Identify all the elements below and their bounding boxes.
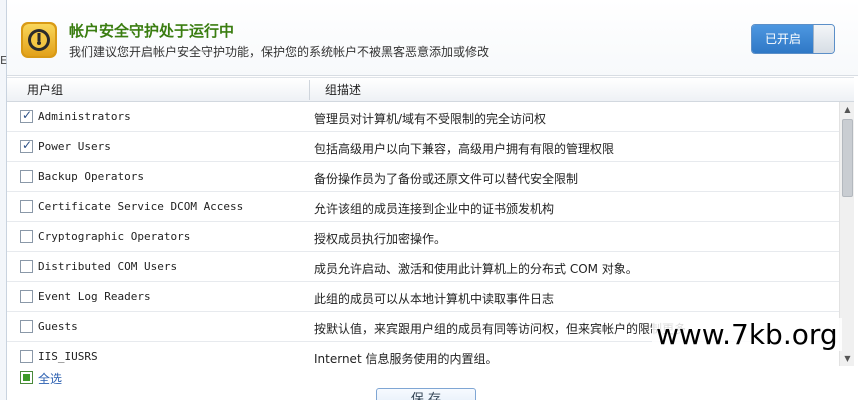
row-checkbox[interactable] xyxy=(20,290,33,303)
table-row[interactable]: Administrators 管理员对计算机/域有不受限制的完全访问权 xyxy=(7,102,839,132)
toggle-knob xyxy=(813,25,834,53)
group-description: 允许该组的成员连接到企业中的证书颁发机构 xyxy=(314,202,555,216)
group-description: 成员允许启动、激活和使用此计算机上的分布式 COM 对象。 xyxy=(314,262,638,276)
window-left-edge: E xyxy=(0,0,7,400)
row-checkbox[interactable] xyxy=(20,320,33,333)
table-header: 用户组 组描述 xyxy=(7,77,854,102)
column-header-description[interactable]: 组描述 xyxy=(325,78,361,102)
table-row[interactable]: Cryptographic Operators 授权成员执行加密操作。 xyxy=(7,222,839,252)
page-subtitle: 我们建议您开启帐户安全守护功能，保护您的系统帐户不被黑客恶意添加或修改 xyxy=(69,45,490,59)
row-checkbox[interactable] xyxy=(20,170,33,183)
group-description: 管理员对计算机/域有不受限制的完全访问权 xyxy=(314,112,547,126)
group-name: Event Log Readers xyxy=(38,290,151,303)
group-name: Power Users xyxy=(38,140,111,153)
group-name: Guests xyxy=(38,320,78,333)
table-row[interactable]: Distributed COM Users 成员允许启动、激活和使用此计算机上的… xyxy=(7,252,839,282)
group-name: Certificate Service DCOM Access xyxy=(38,200,244,213)
group-name: Cryptographic Operators xyxy=(38,230,191,243)
group-name: Administrators xyxy=(38,110,131,123)
column-divider xyxy=(309,80,310,100)
scroll-up-arrow-icon[interactable]: ▲ xyxy=(840,102,855,117)
row-checkbox[interactable] xyxy=(20,350,33,363)
table-row[interactable]: Power Users 包括高级用户以向下兼容，高级用户拥有有限的管理权限 xyxy=(7,132,839,162)
row-checkbox[interactable] xyxy=(20,108,33,123)
select-all-box[interactable] xyxy=(20,371,33,384)
group-description: Internet 信息服务使用的内置组。 xyxy=(314,352,498,366)
shield-lock-icon xyxy=(19,20,59,60)
group-description: 此组的成员可以从本地计算机中读取事件日志 xyxy=(314,292,555,306)
table-row[interactable]: Event Log Readers 此组的成员可以从本地计算机中读取事件日志 xyxy=(7,282,839,312)
scroll-down-arrow-icon[interactable]: ▼ xyxy=(840,351,855,366)
row-checkbox[interactable] xyxy=(20,230,33,243)
watermark: www.7kb.org xyxy=(652,318,842,351)
protection-toggle[interactable]: 已开启 xyxy=(751,24,835,54)
row-checkbox[interactable] xyxy=(20,260,33,273)
group-description: 按默认值，来宾跟用户组的成员有同等访问权，但来宾帐户的限制更多 xyxy=(314,322,687,336)
save-button[interactable]: 保 存 xyxy=(376,388,476,400)
column-header-group[interactable]: 用户组 xyxy=(27,78,63,102)
toggle-label: 已开启 xyxy=(752,25,814,53)
scroll-thumb[interactable] xyxy=(842,119,853,197)
group-description: 备份操作员为了备份或还原文件可以替代安全限制 xyxy=(314,172,579,186)
select-all-label[interactable]: 全选 xyxy=(38,370,62,387)
group-description: 包括高级用户以向下兼容，高级用户拥有有限的管理权限 xyxy=(314,142,615,156)
group-name: Distributed COM Users xyxy=(38,260,178,273)
group-description: 授权成员执行加密操作。 xyxy=(314,232,447,246)
table-row[interactable]: Certificate Service DCOM Access 允许该组的成员连… xyxy=(7,192,839,222)
row-checkbox[interactable] xyxy=(20,138,33,153)
table-row[interactable]: Backup Operators 备份操作员为了备份或还原文件可以替代安全限制 xyxy=(7,162,839,192)
group-name: Backup Operators xyxy=(38,170,144,183)
header-panel: 帐户安全守护处于运行中 我们建议您开启帐户安全守护功能，保护您的系统帐户不被黑客… xyxy=(7,0,858,76)
page-title: 帐户安全守护处于运行中 xyxy=(69,22,235,40)
clipped-text-fragment: E xyxy=(0,54,7,67)
row-checkbox[interactable] xyxy=(20,200,33,213)
group-name: IIS_IUSRS xyxy=(38,350,98,363)
